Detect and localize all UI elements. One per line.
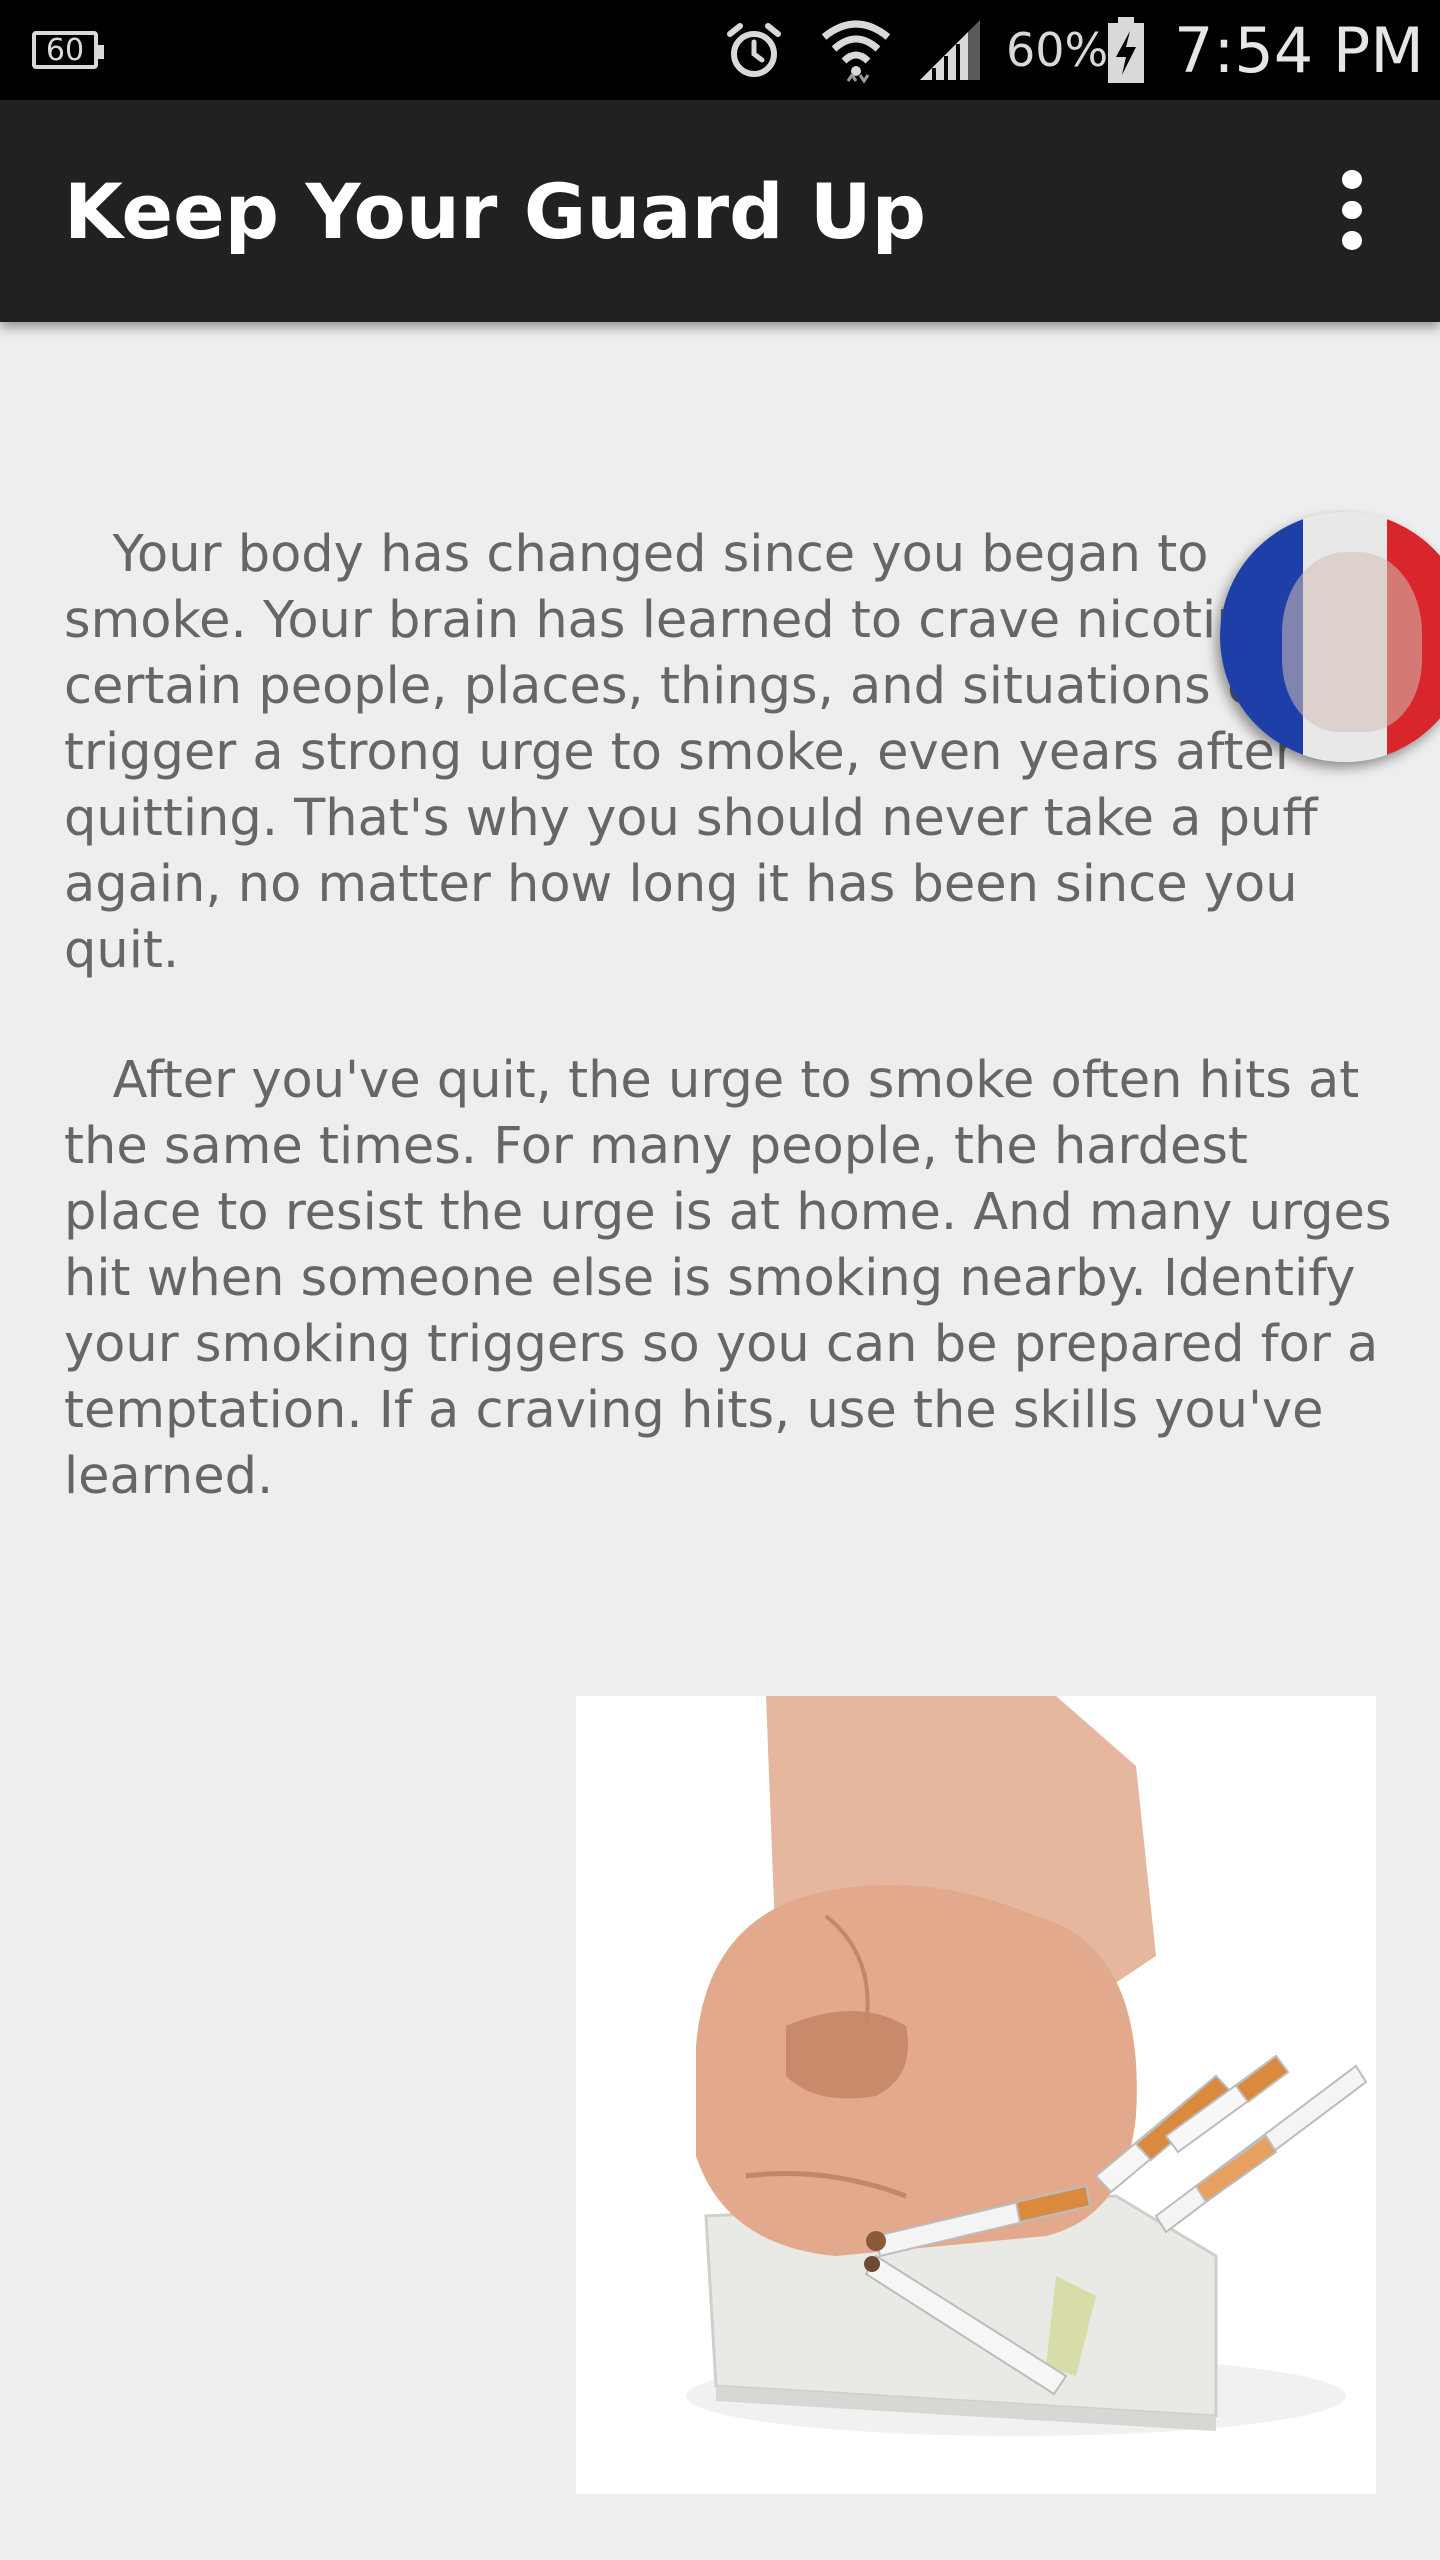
article-body: Your body has changed since you began to… bbox=[64, 522, 1394, 1510]
paragraph-1: Your body has changed since you began to… bbox=[64, 525, 1376, 980]
page-title: Keep Your Guard Up bbox=[64, 166, 927, 256]
app-bar: Keep Your Guard Up bbox=[0, 100, 1440, 322]
notification-badge: 60 bbox=[32, 31, 104, 69]
paragraph-2: After you've quit, the urge to smoke oft… bbox=[64, 1051, 1408, 1506]
notification-60-icon: 60 bbox=[32, 0, 104, 100]
battery-charging-icon bbox=[1104, 0, 1148, 100]
alarm-icon bbox=[722, 0, 786, 100]
wifi-icon bbox=[820, 0, 892, 100]
more-vert-icon[interactable] bbox=[1312, 170, 1392, 251]
status-bar: 60 60% 7:54 PM bbox=[0, 0, 1440, 100]
clock: 7:54 PM bbox=[1174, 13, 1424, 87]
battery-percent: 60% bbox=[1006, 23, 1109, 77]
fist-crushing-cigarettes-image bbox=[576, 1696, 1376, 2494]
signal-icon bbox=[916, 0, 984, 100]
